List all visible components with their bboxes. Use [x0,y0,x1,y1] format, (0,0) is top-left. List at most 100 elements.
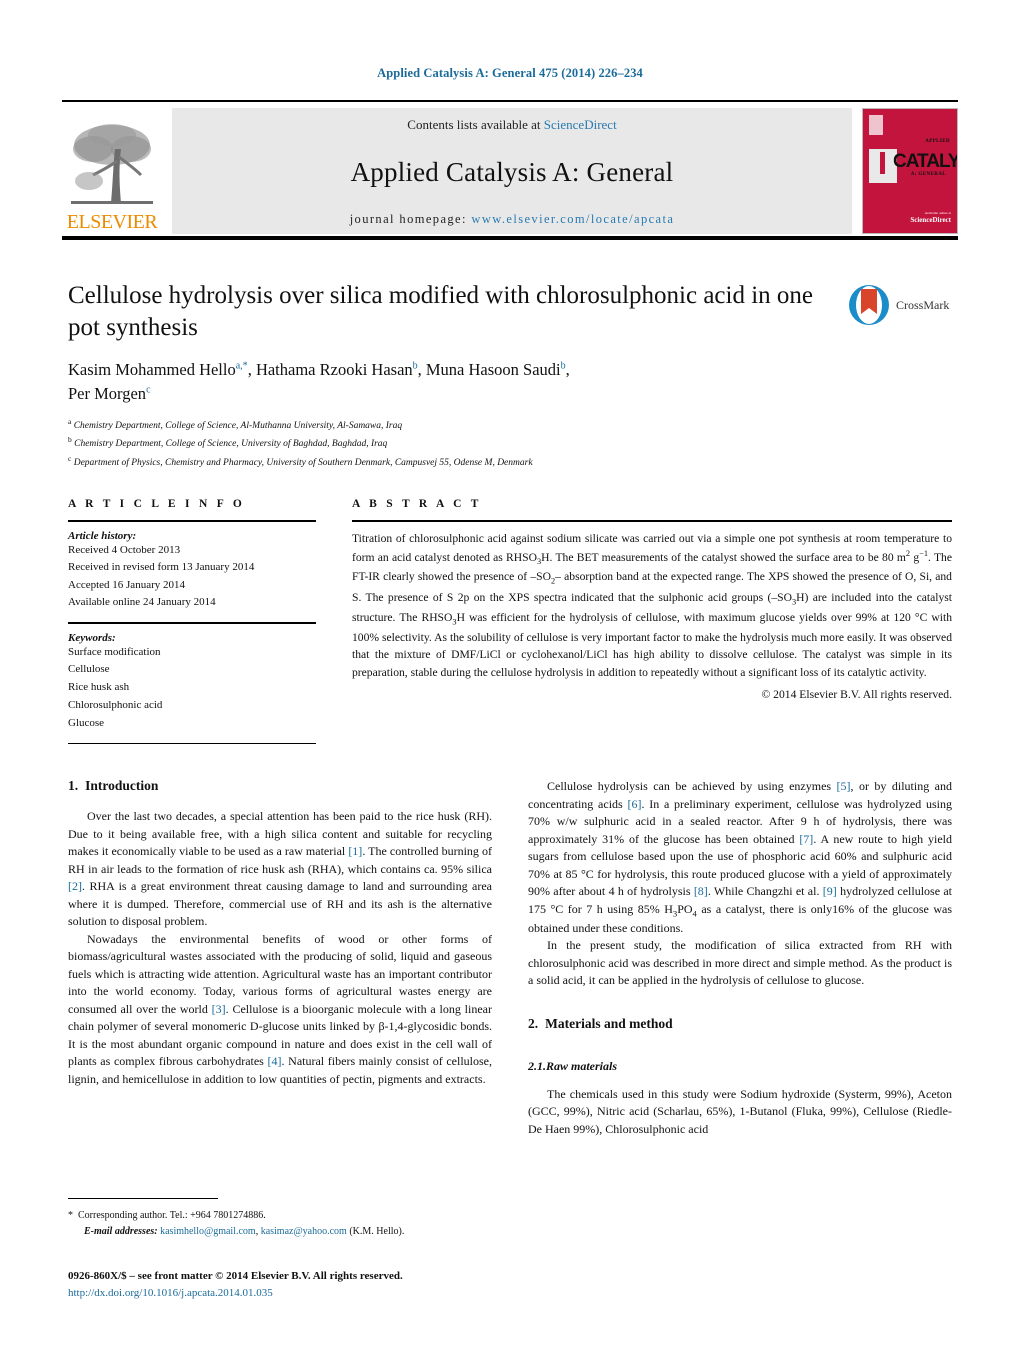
introduction-number: 1. [68,778,79,793]
keyword-item: Surface modification [68,645,161,658]
keyword-item: Chlorosulphonic acid [68,698,163,711]
email-label: E-mail addresses: [84,1225,158,1237]
abstract-copyright: © 2014 Elsevier B.V. All rights reserved… [761,688,952,702]
journal-masthead: ELSEVIER Contents lists available at Sci… [62,100,958,234]
cover-subtitle-top: APPLIED [925,139,950,144]
author-1-marker: a,* [235,360,248,372]
crossmark-badge[interactable]: CrossMark [848,282,958,328]
issn-block: 0926-860X/$ – see front matter © 2014 El… [68,1268,628,1301]
p1-seg-c: . RHA is a great environment threat caus… [68,879,492,929]
affiliation-c: c Department of Physics, Chemistry and P… [68,453,958,472]
affiliation-a-marker: a [68,416,72,426]
raw-materials-title: Raw materials [546,1058,618,1073]
author-4: Per Morgen [68,383,147,403]
introduction-title: Introduction [85,778,159,793]
subsection-gap [528,1046,952,1059]
citation-4[interactable]: [4] [268,1054,282,1068]
affiliation-list: a Chemistry Department, College of Scien… [68,416,958,472]
affiliation-a-text: Chemistry Department, College of Science… [73,421,403,431]
abstract-rule [352,520,952,522]
keywords-rule [68,621,316,624]
info-abstract-region: A R T I C L E I N F O Article history: R… [68,498,952,752]
contents-prefix: Contents lists available at [407,117,544,132]
body-column-right: Cellulose hydrolysis can be achieved by … [528,778,952,1198]
author-2: , Hathama Rzooki Hasan [247,360,413,379]
materials-number: 2. [528,1015,539,1031]
abstract-sup-2: 2 [905,548,911,558]
history-online: Available online 24 January 2014 [68,596,216,609]
journal-cover-thumbnail: CATALYSIS APPLIED A: GENERAL Available o… [862,108,958,234]
email-note: E-mail addresses: kasimhello@gmail.com, … [68,1224,492,1240]
abstract-sup-neg1: −1 [919,548,929,558]
affiliation-b: b Chemistry Department, College of Scien… [68,434,958,453]
p3-seg-g: PO [677,901,693,916]
corresponding-author-note: * Corresponding author. Tel.: +964 780127… [68,1208,492,1224]
cover-title: CATALYSIS [893,151,958,172]
intro-paragraph-2: Nowadays the environmental benefits of w… [68,931,492,1089]
intro-paragraph-3: Cellulose hydrolysis can be achieved by … [528,778,952,937]
email-link-2[interactable]: kasimaz@yahoo.com [261,1226,347,1237]
elsevier-wordmark: ELSEVIER [66,211,158,233]
citation-7[interactable]: [7] [799,832,813,846]
body-columns: 1. Introduction Over the last two decades… [68,778,952,1198]
citation-3[interactable]: [3] [212,1002,226,1016]
cover-available-online: Available online at [924,211,951,215]
citation-1[interactable]: [1] [348,844,362,858]
affiliation-c-marker: c [68,453,72,463]
history-accepted: Accepted 16 January 2014 [68,578,185,591]
email-link-1[interactable]: kasimhello@gmail.com [160,1226,256,1237]
cover-sciencedirect: ScienceDirect [910,216,951,224]
citation-2[interactable]: [2] [68,879,82,893]
title-block: Cellulose hydrolysis over silica modifie… [68,280,958,471]
affiliation-b-text: Chemistry Department, College of Science… [74,439,388,450]
author-4-marker: c [146,384,151,396]
subsection-heading-raw-materials: 2.1.Raw materials [528,1059,952,1074]
crossmark-label: CrossMark [896,297,950,312]
keyword-item: Glucose [68,716,105,729]
homepage-label: journal homepage: [349,212,467,226]
homepage-url-link[interactable]: www.elsevier.com/locate/apcata [471,212,674,226]
email-attribution: (K.M. Hello). [346,1225,405,1237]
masthead-bottom-rule [62,236,958,240]
affiliation-c-text: Department of Physics, Chemistry and Pha… [73,458,533,469]
intro-paragraph-4: In the present study, the modification o… [528,938,952,988]
issn-line: 0926-860X/$ – see front matter © 2014 El… [68,1270,403,1282]
section-heading-introduction: 1. Introduction [68,778,492,794]
citation-5[interactable]: [5] [837,779,851,793]
abstract-seg-2: H. The BET measurements of the catalyst … [541,550,906,564]
footnote-rule [68,1198,218,1199]
author-sep: , [565,360,570,379]
raw-materials-paragraph: The chemicals used in this study were So… [528,1086,952,1136]
crossmark-icon [849,285,889,325]
footnote-block: * Corresponding author. Tel.: +964 780127… [68,1198,492,1239]
running-head: Applied Catalysis A: General 475 (2014) … [377,66,643,80]
history-revised: Received in revised form 13 January 2014 [68,561,255,574]
keyword-item: Cellulose [68,663,110,676]
journal-title: Applied Catalysis A: General [350,157,674,187]
corresponding-author-text: Corresponding author. Tel.: +964 7801274… [78,1210,266,1221]
cover-elsevier-mark [869,115,883,135]
affiliation-b-marker: b [68,435,72,445]
sciencedirect-link[interactable]: ScienceDirect [544,117,617,132]
citation-9[interactable]: [9] [823,884,837,898]
author-1: Kasim Mohammed Hello [68,360,236,379]
keyword-item: Rice husk ash [68,681,130,694]
doi-link[interactable]: http://dx.doi.org/10.1016/j.apcata.2014.… [68,1285,628,1302]
paper-page: Applied Catalysis A: General 475 (2014) … [0,0,1020,1351]
p3-seg-e: . While Changzhi et al. [707,884,823,899]
article-info-rule [68,520,316,522]
p3-seg-a: Cellulose hydrolysis can be achieved by … [547,779,837,793]
keywords-bottom-rule [68,742,316,744]
intro-paragraph-1: Over the last two decades, a special att… [68,808,492,931]
asterisk-icon: * [68,1210,73,1221]
article-info-heading: A R T I C L E I N F O [68,498,246,510]
elsevier-tree-icon [71,124,153,204]
abstract-column: A B S T R A C T Titration of chlorosulph… [352,498,952,752]
elsevier-logo: ELSEVIER [62,108,162,234]
keywords-label: Keywords: [68,631,116,644]
citation-8[interactable]: [8] [694,884,708,898]
citation-6[interactable]: [6] [627,797,641,811]
page-title: Cellulose hydrolysis over silica modifie… [68,282,814,341]
cover-subtitle-bottom: A: GENERAL [910,172,946,177]
article-info-column: A R T I C L E I N F O Article history: R… [68,498,316,752]
